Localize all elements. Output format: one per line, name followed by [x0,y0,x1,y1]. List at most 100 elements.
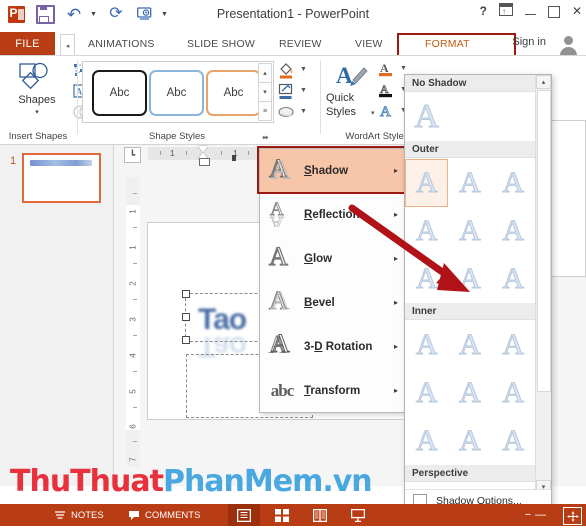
svg-text:A: A [269,242,288,271]
left-indent-marker[interactable] [199,158,210,166]
shape-outline-button[interactable]: ▼ [278,82,316,101]
gallery-row-inner-1: A A A [405,321,535,369]
shadow-cell-inner-6[interactable]: A [492,369,535,417]
shadow-cell-outer-6[interactable]: A [492,207,535,255]
gallery-scroll-thumb[interactable] [537,90,551,392]
slide-wordart-text[interactable]: Tao Tao [198,303,247,363]
shadow-cell-glyph: A [414,98,440,135]
tab-file[interactable]: FILE [0,32,55,56]
minimize-button[interactable] [524,7,536,16]
text-fill-dropdown-icon[interactable]: ▼ [400,65,407,72]
shadow-cell-glyph: A [415,166,438,199]
comments-button[interactable]: COMMENTS [128,504,200,526]
shadow-cell-glyph: A [502,166,525,199]
shadow-cell-inner-7[interactable]: A [405,417,448,465]
gallery-scrollbar[interactable]: ▴ ▾ [535,75,551,494]
selection-handle[interactable] [182,313,190,321]
quick-styles-icon[interactable]: A [334,61,374,91]
normal-view-icon[interactable] [228,504,260,526]
rotation-3d-preview-icon: AA [260,328,304,365]
watermark-part-2: PhanMem [162,464,323,499]
shape-style-preset-1[interactable]: Abc [92,70,147,116]
tab-animations[interactable]: ANIMATIONS [88,32,155,56]
selection-handle[interactable] [182,336,190,344]
shadow-cell-outer-9[interactable]: A [492,255,535,303]
tab-stop-marker[interactable] [232,155,236,161]
tab-view[interactable]: VIEW [355,32,383,56]
shape-style-preset-2[interactable]: Abc [149,70,204,116]
shadow-cell-inner-9[interactable]: A [492,417,535,465]
shape-fill-button[interactable]: ▼ [278,61,316,80]
shadow-cell-outer-2[interactable]: A [448,159,491,207]
shape-styles-gallery[interactable]: Abc Abc Abc ▴ ▾ ≡ [82,61,274,123]
fit-to-window-button[interactable] [563,507,582,525]
shape-styles-scroll-down[interactable]: ▾ [258,83,272,102]
menu-item-glow[interactable]: A Glow ▸ [260,237,405,280]
tab-scroll-left-button[interactable]: ◂ [60,34,75,57]
gallery-scroll-up-icon[interactable]: ▴ [536,75,551,89]
slide-show-icon[interactable] [342,504,374,526]
shadow-cell-outer-4[interactable]: A [405,207,448,255]
shape-styles-scroll-up[interactable]: ▴ [258,63,272,83]
help-icon[interactable]: ? [480,4,487,18]
notes-button[interactable]: NOTES [54,504,104,526]
tab-review[interactable]: REVIEW [279,32,322,56]
shadow-cell-inner-4[interactable]: A [405,369,448,417]
menu-item-reflection[interactable]: AA Reflection ▸ [260,193,405,236]
submenu-arrow-icon: ▸ [393,254,398,263]
zoom-slider[interactable]: — [535,509,546,521]
slide-thumbnail-pane[interactable]: 1 [0,145,114,486]
tab-stop-selector-button[interactable]: ┗ [124,147,141,163]
menu-item-glow-label: Glow [304,252,333,265]
reading-view-icon[interactable] [304,504,336,526]
shadow-cell-inner-8[interactable]: A [448,417,491,465]
menu-item-transform[interactable]: abc Transform ▸ [260,369,405,412]
menu-item-3d-rotation[interactable]: AA 3-D Rotation ▸ [260,325,405,368]
slide-thumbnail-1[interactable] [22,153,101,203]
shadow-cell-glyph: A [459,424,482,457]
shapes-dropdown-icon[interactable]: ▾ [6,108,68,116]
zoom-controls[interactable]: − — [525,504,546,526]
shadow-cell-outer-5[interactable]: A [448,207,491,255]
maximize-button[interactable] [547,4,560,18]
vruler-number-2: 1 [128,245,138,250]
close-button[interactable]: ✕ [572,4,582,18]
gallery-section-header-perspective: Perspective [405,465,535,482]
shadow-cell-outer-7[interactable]: A [405,255,448,303]
svg-text:A: A [380,104,391,119]
shadow-cell-inner-3[interactable]: A [492,321,535,369]
shape-style-preset-3[interactable]: Abc [206,70,261,116]
slide-sorter-icon[interactable] [266,504,298,526]
shadow-gallery-flyout[interactable]: No Shadow A Outer A A A A A A A A A Inne… [404,74,552,521]
shadow-cell-no-shadow[interactable]: A [405,93,448,141]
watermark: ThuThuatPhanMem.vn [10,464,373,499]
shape-fill-dropdown-icon[interactable]: ▼ [300,66,307,73]
shadow-cell-outer-8[interactable]: A [448,255,491,303]
shapes-button[interactable]: Shapes ▾ [6,60,68,122]
shadow-cell-inner-5[interactable]: A [448,369,491,417]
menu-item-bevel-label: Bevel [304,296,335,309]
shadow-cell-outer-3[interactable]: A [492,159,535,207]
shape-styles-scroll: ▴ ▾ ≡ [258,63,272,121]
shapes-label: Shapes [18,94,56,106]
zoom-out-button[interactable]: − [525,509,531,521]
shadow-cell-glyph: A [502,376,525,409]
shape-styles-dialog-launcher[interactable]: ⬌ [262,133,269,142]
ribbon-display-options-icon[interactable] [498,3,513,19]
avatar[interactable] [555,34,582,56]
shadow-cell-glyph: A [502,424,525,457]
menu-item-bevel[interactable]: AA Bevel ▸ [260,281,405,324]
shadow-cell-inner-2[interactable]: A [448,321,491,369]
shadow-cell-inner-1[interactable]: A [405,321,448,369]
vruler-tick [133,193,137,194]
quick-styles-dropdown-icon[interactable]: ▾ [371,109,375,117]
shape-outline-dropdown-icon[interactable]: ▼ [300,87,307,94]
shape-effects-dropdown-icon[interactable]: ▼ [300,108,307,115]
tab-slide-show[interactable]: SLIDE SHOW [187,32,255,56]
sign-in-link[interactable]: Sign in [512,36,546,48]
shadow-cell-outer-1[interactable]: A [405,159,449,207]
status-bar: NOTES COMMENTS − — [0,504,586,526]
shape-styles-more[interactable]: ≡ [258,102,272,121]
selection-handle[interactable] [182,290,190,298]
shape-effects-button[interactable]: ▼ [278,103,316,122]
